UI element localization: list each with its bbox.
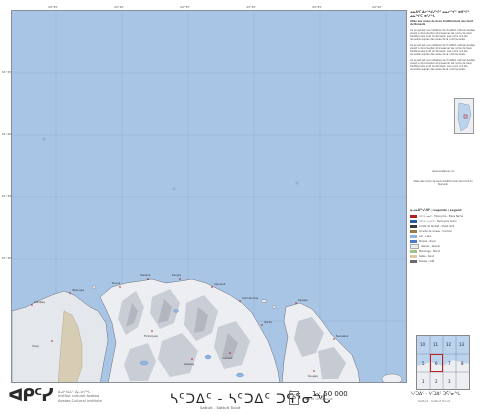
grid-label: 61°30' — [2, 256, 12, 260]
place-label: Qarliq — [264, 320, 272, 324]
place-label: Ikkarujaq — [72, 288, 84, 292]
sidebar-paragraph-short: Atlas des noms de lieux traditionnels de… — [413, 180, 473, 186]
place-label: Nuvuk — [112, 281, 121, 285]
place-label: Tikirarjuaq — [144, 334, 158, 338]
legend-swatch — [410, 215, 417, 218]
map-title-roman: Sattuit - Sattuit Tuluit — [200, 405, 241, 410]
grid-label: 44°45' — [48, 5, 58, 9]
sidebar-paragraph: Ce projet est une initiative de l'Instit… — [410, 29, 475, 41]
grid-label: 44°30' — [246, 5, 256, 9]
place-label: Qaqqaq — [184, 362, 195, 366]
org-line-english: Avataq Cultural Institute — [58, 398, 102, 403]
grid-label: 61°35' — [2, 194, 12, 198]
avataq-logo: ᐊᑭᑦᓯ — [8, 386, 54, 406]
map-canvas: Qikiqtaq Ikkarujaq Nuvuk Tasialuk Kangiq… — [12, 11, 406, 382]
legend-title: ᓇᓗᓇᐃᖅᓯᒍᑎᑦ | Legende | Legend — [410, 208, 462, 212]
place-label: Aupaluk — [222, 356, 233, 360]
legend-swatch — [410, 250, 417, 253]
place-label: Tasialuk — [140, 273, 151, 277]
grid-label: 61°45' — [2, 70, 12, 74]
map-sidebar: ᓄᓇᕕᒻᒥ ᐃᓕᖅᑯᓯᖏᑦ ᓄᓇᓕᖏᑦ ᐊᑎᖏᑦ ᓄᓇᖏᑕ ᐊᑦᓯᖓ Atlas… — [410, 10, 476, 390]
place-label: Kangiq — [172, 273, 181, 277]
sidebar-subheading: Atlas des noms de lieux traditionnels de… — [410, 20, 473, 26]
index-cell: 13 — [459, 342, 465, 347]
sheet-number: 6 — [289, 391, 299, 405]
sidebar-contact[interactable]: www.avataq.qc.ca — [410, 170, 476, 173]
place-label: Ammalurtuq — [242, 296, 259, 300]
grid-label: 44°25' — [312, 5, 322, 9]
map-sheet: Qikiqtaq Ikkarujaq Nuvuk Tasialuk Kangiq… — [0, 0, 480, 414]
grid-label: 44°20' — [372, 5, 382, 9]
title-roman-small: Sattuit - Sattuit Tuluit — [418, 399, 450, 403]
legend-swatch — [410, 235, 417, 238]
legend-item: Falaise - Cliff — [410, 259, 476, 264]
place-label: Qikiqtaq — [34, 300, 45, 304]
sidebar-heading: ᓄᓇᕕᒻᒥ ᐃᓕᖅᑯᓯᖏᑦ ᓄᓇᓕᖏᑦ ᐊᑎᖏᑦ ᓄᓇᖏᑕ ᐊᑦᓯᖓ — [410, 10, 470, 18]
legend-swatch — [410, 244, 419, 249]
map-frame[interactable]: Qikiqtaq Ikkarujaq Nuvuk Tasialuk Kangiq… — [11, 10, 407, 383]
place-label: Kuugaq — [308, 374, 318, 378]
grid-label: 61°40' — [2, 132, 12, 136]
legend: ᓇᓗᓇᐃᖅᓯᒍᑎᑦ | Legende | Legend ᐊᑎᖓ ᓄᓇᒥ - T… — [410, 208, 476, 308]
legend-swatch — [410, 220, 417, 223]
legend-swatch — [410, 240, 417, 243]
legend-swatch — [410, 230, 417, 233]
organization-name: ᐃᓄᒃ ᑲᒪᒪᑦ ᐃᓚᐅᔪᖓ Institut culturel Avataq … — [58, 390, 102, 403]
locator-map — [454, 98, 474, 134]
index-cell: 10 — [420, 342, 426, 347]
grid-label: 44°40' — [114, 5, 124, 9]
grid-label: 44°35' — [180, 5, 190, 9]
title-syllabics-small: ᓴᑦᑐᐃᑦ - ᓴᑦᑐᐃᑦ ᑐᕌᕐᓂᖓ — [411, 392, 461, 397]
legend-swatch — [410, 260, 417, 263]
sidebar-paragraph: Ce projet est une initiative de l'Instit… — [410, 59, 475, 71]
place-label: Saqqaq — [298, 298, 308, 302]
legend-swatch — [410, 225, 417, 228]
index-cell: 11 — [433, 342, 439, 347]
sidebar-paragraph: Ce projet est une initiative de l'Instit… — [410, 44, 475, 56]
place-label: Nunaaluk — [336, 334, 349, 338]
map-scale: 1 : 50 000 — [312, 390, 348, 398]
scale-note: NAD 83 / UTM Zone 18 — [305, 398, 333, 401]
place-label: Imaq — [32, 344, 39, 348]
index-cell: 12 — [446, 342, 452, 347]
index-map[interactable]: 10 11 12 13 5 6 7 8 1 2 3 — [416, 335, 470, 390]
place-label: Ujarasuk — [214, 282, 226, 286]
legend-swatch — [410, 255, 417, 258]
